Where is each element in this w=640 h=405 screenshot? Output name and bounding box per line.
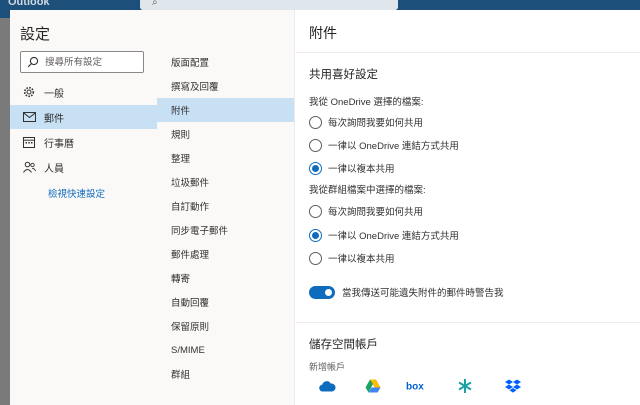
settings-search-input[interactable] (45, 54, 141, 70)
mail-settings-nav: 版面配置 撰寫及回覆 附件 規則 整理 垃圾郵件 自訂動作 同步電子郵件 郵件處… (157, 10, 295, 405)
storage-accounts-title: 儲存空間帳戶 (309, 339, 378, 351)
sidebar-item-mail[interactable]: 郵件 (10, 105, 157, 129)
nav-item-compose-reply[interactable]: 撰寫及回覆 (157, 74, 294, 98)
nav-item-groups[interactable]: 群組 (157, 362, 294, 386)
header-divider (296, 52, 640, 53)
settings-title: 設定 (20, 26, 51, 43)
nav-item-rules[interactable]: 規則 (157, 122, 294, 146)
sidebar-item-label: 人員 (44, 163, 64, 175)
radio-label: 每次詢問我要如何共用 (328, 118, 424, 129)
people-icon (22, 161, 36, 173)
onedrive-option-link[interactable]: 一律以 OneDrive 連結方式共用 (309, 137, 459, 153)
nav-item-forwarding[interactable]: 轉寄 (157, 266, 294, 290)
svg-text:box: box (406, 382, 424, 392)
radio-button-selected[interactable] (309, 161, 322, 175)
radio-label: 一律以 OneDrive 連結方式共用 (328, 141, 459, 152)
missing-attachment-warning-row: 當我傳送可能遺失附件的郵件時警告我 (309, 284, 504, 300)
app-title: Outlook (8, 0, 50, 8)
nav-item-smime[interactable]: S/MIME (157, 338, 294, 362)
radio-button[interactable] (309, 138, 322, 152)
sharefile-icon[interactable] (454, 376, 476, 396)
toggle-label: 當我傳送可能遺失附件的郵件時警告我 (342, 288, 504, 299)
section-divider (296, 322, 640, 323)
groups-files-group-label: 我從群組檔案中選擇的檔案: (309, 185, 426, 196)
dropbox-icon[interactable] (502, 376, 524, 396)
nav-item-automatic-replies[interactable]: 自動回覆 (157, 290, 294, 314)
radio-button[interactable] (309, 115, 322, 129)
google-drive-icon[interactable] (362, 376, 384, 396)
sidebar-item-label: 一般 (44, 88, 64, 100)
sidebar-item-people[interactable]: 人員 (10, 155, 157, 179)
sidebar-item-label: 郵件 (44, 113, 64, 125)
nav-item-message-handling[interactable]: 郵件處理 (157, 242, 294, 266)
mail-icon (22, 112, 36, 122)
view-quick-settings-link[interactable]: 檢視快速設定 (48, 186, 105, 200)
nav-item-sweep[interactable]: 整理 (157, 146, 294, 170)
nav-item-layout[interactable]: 版面配置 (157, 50, 294, 74)
onedrive-option-ask[interactable]: 每次詢問我要如何共用 (309, 114, 423, 130)
onedrive-group-label: 我從 OneDrive 選擇的檔案: (309, 97, 424, 108)
onedrive-icon[interactable] (316, 376, 338, 396)
groups-option-ask[interactable]: 每次詢問我要如何共用 (309, 203, 423, 219)
settings-search-box[interactable] (20, 51, 144, 73)
nav-item-retention-policies[interactable]: 保留原則 (157, 314, 294, 338)
settings-category-pane: 設定 一般 郵件 行事曆 (10, 10, 157, 405)
radio-button[interactable] (309, 204, 322, 218)
search-icon: ⌕ (152, 0, 158, 8)
shared-preferences-title: 共用喜好設定 (309, 69, 378, 81)
panel-title: 附件 (309, 25, 337, 41)
radio-label: 每次詢問我要如何共用 (328, 207, 424, 218)
attachments-settings-panel: 附件 共用喜好設定 我從 OneDrive 選擇的檔案: 每次詢問我要如何共用 … (296, 10, 640, 405)
nav-item-attachments[interactable]: 附件 (157, 98, 294, 122)
gear-icon (22, 86, 36, 98)
sidebar-item-label: 行事曆 (44, 138, 74, 150)
nav-item-junk-email[interactable]: 垃圾郵件 (157, 170, 294, 194)
radio-label: 一律以 OneDrive 連結方式共用 (328, 231, 459, 242)
add-account-label: 新增帳戶 (309, 362, 346, 372)
box-icon[interactable]: box (404, 376, 426, 396)
radio-label: 一律以複本共用 (328, 254, 395, 265)
missing-attachment-warning-toggle[interactable] (309, 285, 335, 299)
calendar-icon (22, 136, 36, 148)
onedrive-option-copy[interactable]: 一律以複本共用 (309, 160, 395, 176)
radio-label: 一律以複本共用 (328, 164, 395, 175)
sidebar-item-general[interactable]: 一般 (10, 80, 157, 104)
search-icon (27, 55, 39, 73)
app-search-backdrop: ⌕ (140, 0, 398, 10)
radio-button-selected[interactable] (309, 228, 322, 242)
radio-button[interactable] (309, 251, 322, 265)
settings-dialog: 設定 一般 郵件 行事曆 (10, 10, 640, 405)
nav-item-customize-actions[interactable]: 自訂動作 (157, 194, 294, 218)
sidebar-item-calendar[interactable]: 行事曆 (10, 130, 157, 154)
groups-option-link[interactable]: 一律以 OneDrive 連結方式共用 (309, 227, 459, 243)
nav-item-sync-email[interactable]: 同步電子郵件 (157, 218, 294, 242)
groups-option-copy[interactable]: 一律以複本共用 (309, 250, 395, 266)
